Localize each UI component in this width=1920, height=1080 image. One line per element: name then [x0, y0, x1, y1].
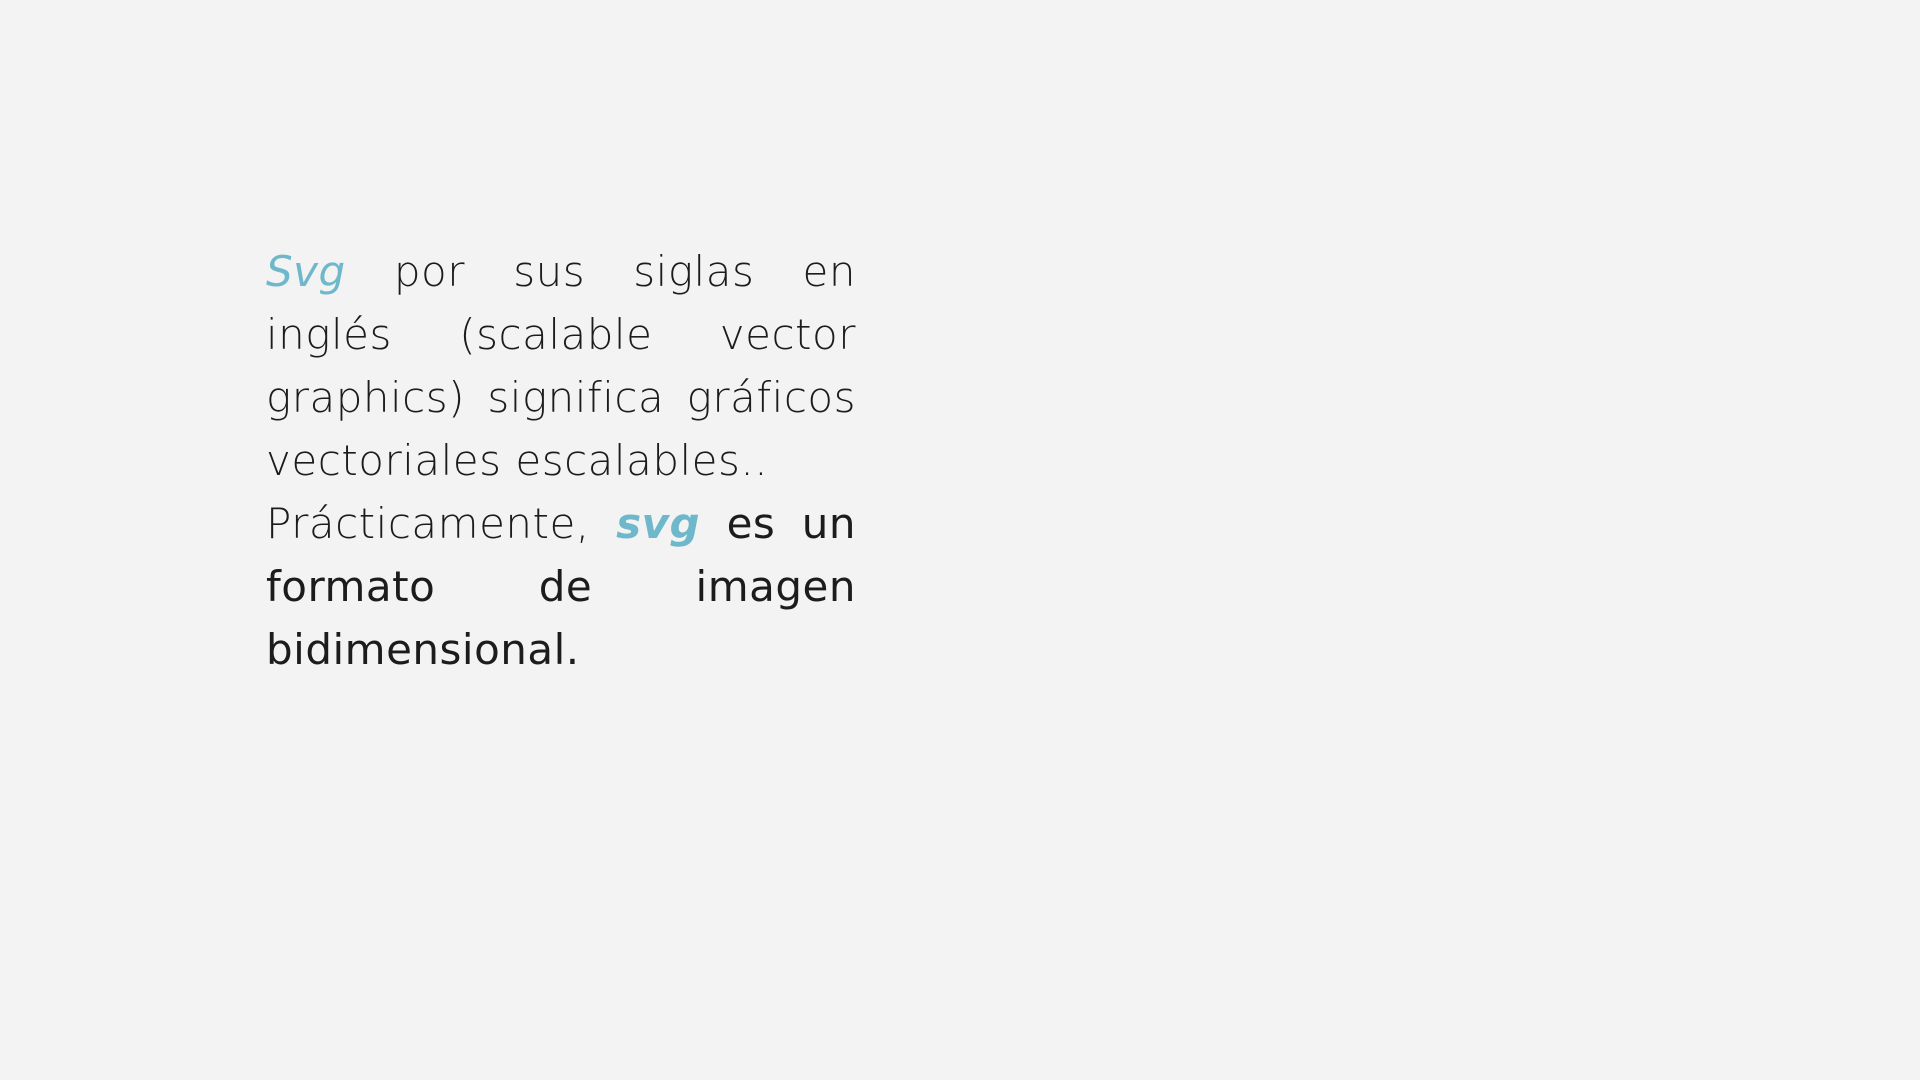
accent-word-svg-italic: Svg [266, 247, 346, 296]
accent-word-svg-bold: svg [616, 499, 701, 548]
paragraph-1: Svg por sus siglas en inglés (scalable v… [266, 240, 856, 492]
slide: Svg por sus siglas en inglés (scalable v… [0, 0, 1920, 1080]
paragraph-2-lead: Prácticamente, [266, 499, 617, 548]
paragraph-1-text: por sus siglas en inglés (scalable vecto… [266, 247, 856, 485]
paragraph-2: Prácticamente, svg es un formato de imag… [266, 492, 856, 681]
text-block: Svg por sus siglas en inglés (scalable v… [266, 240, 856, 681]
